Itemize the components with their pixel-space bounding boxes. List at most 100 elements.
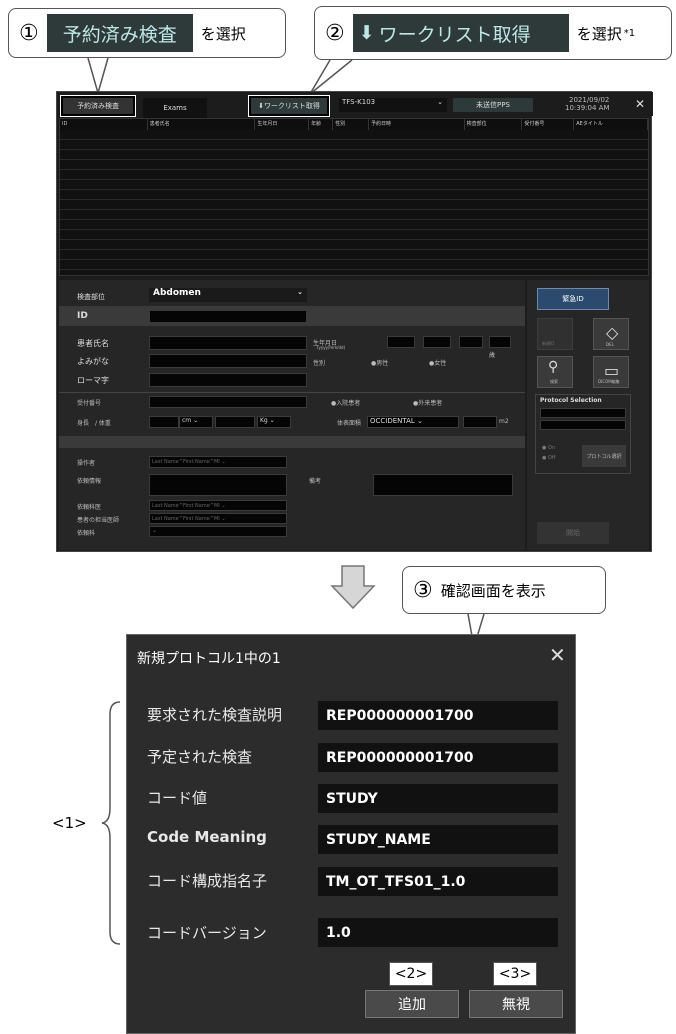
emergency-id-button[interactable]: 緊急ID <box>537 288 609 310</box>
worklist-button[interactable]: ⬇ ワークリスト取得 <box>248 95 330 117</box>
accession-label: 受付番号 <box>77 400 102 407</box>
reserved-exams-illustration: 予約済み検査 <box>46 14 193 52</box>
column-header[interactable]: 生年月日 <box>255 119 310 130</box>
column-header[interactable]: 検査部位 <box>465 119 523 130</box>
close-icon[interactable]: ✕ <box>549 643 566 667</box>
date-text: 2021/09/02 <box>569 96 610 104</box>
column-header[interactable]: 性別 <box>333 119 369 130</box>
weight-input[interactable] <box>215 416 255 428</box>
ref-dept-select[interactable]: Last Name^First Name^MI ⌄ <box>149 500 287 511</box>
body-type-value: OCCIDENTAL <box>370 417 415 425</box>
new-id-button[interactable]: 新規ID <box>537 318 573 350</box>
radio-inpatient[interactable]: ●入院患者 <box>331 398 360 407</box>
code-value-label: コード値 <box>147 789 208 807</box>
right-panel: 緊急ID 新規ID ◇ DEL ⚲ 検索 ▭ DICOM編集 Protocol Sel… <box>527 280 649 550</box>
tab-exams[interactable]: Exams <box>143 98 207 118</box>
body-part-label: 検査部位 <box>77 293 105 301</box>
table-row[interactable] <box>60 160 648 170</box>
height-unit-select[interactable]: cm ⌄ <box>179 416 213 428</box>
station-select[interactable]: TFS-K103 ⌄ <box>339 98 447 112</box>
protocol-title: Protocol Selection <box>540 397 602 404</box>
search-button[interactable]: ⚲ 検索 <box>537 356 573 388</box>
protocol-off[interactable]: ● Off <box>542 455 555 461</box>
worklist-table: ID 患者氏名 生年月日 年齢 性別 予約日時 検査部位 受付番号 AEタイトル <box>59 118 649 276</box>
footnote-mark: *1 <box>623 27 636 39</box>
institution-select[interactable]: ⌄ <box>149 526 287 537</box>
ref-dept-label: 依頼科医 <box>77 504 102 511</box>
column-header[interactable]: 年齢 <box>309 119 334 130</box>
delete-button[interactable]: ◇ DEL <box>593 318 629 350</box>
operator-select[interactable]: Last Name^First Name^MI ⌄ <box>149 456 287 468</box>
furigana-input[interactable] <box>149 354 307 368</box>
sex-label: 性別 <box>313 360 326 367</box>
add-button[interactable]: 追加 <box>365 990 459 1018</box>
bracket-label: <1> <box>52 814 87 832</box>
exam-info-label: 依頼情報 <box>77 478 102 485</box>
physician-select[interactable]: Last Name^First Name^MI ⌄ <box>149 513 287 524</box>
radio-female[interactable]: ●女性 <box>429 358 446 367</box>
dob-day[interactable] <box>459 336 483 348</box>
accession-input[interactable] <box>149 396 307 408</box>
requested-exam-label: 要求された検査説明 <box>147 706 283 724</box>
dicom-label: DICOM編集 <box>598 379 620 384</box>
radio-male[interactable]: ●男性 <box>371 358 388 367</box>
table-row[interactable] <box>60 250 648 260</box>
start-button[interactable]: 開始 <box>537 522 609 544</box>
protocol-select-button[interactable]: プロトコル選択 <box>582 445 626 467</box>
table-row[interactable] <box>60 230 648 240</box>
dob-year[interactable] <box>387 336 415 348</box>
protocol-on[interactable]: ● On <box>542 445 555 451</box>
column-header[interactable]: ID <box>60 119 148 130</box>
romaji-input[interactable] <box>149 373 307 387</box>
table-row[interactable] <box>60 140 648 150</box>
body-part-select[interactable]: Abdomen ⌄ <box>149 288 307 302</box>
exam-info-input[interactable] <box>149 474 287 496</box>
protocol-field <box>540 420 626 430</box>
column-header[interactable]: AEタイトル <box>574 119 648 130</box>
table-row[interactable] <box>60 200 648 210</box>
protocol-field <box>540 408 626 418</box>
furigana-label: よみがな <box>77 357 109 366</box>
scheduled-exam-value: REP000000001700 <box>318 743 558 772</box>
callout-2: ② ⬇ ワークリスト取得 を選択 *1 <box>314 6 672 60</box>
new-protocol-dialog: 新規プロトコル1中の1 ✕ 要求された検査説明 REP000000001700 … <box>126 634 576 1034</box>
column-header[interactable]: 患者氏名 <box>148 119 256 130</box>
operator-placeholder: Last Name^First Name^MI <box>152 459 220 465</box>
weight-unit-select[interactable]: Kg ⌄ <box>257 416 291 428</box>
table-row[interactable] <box>60 190 648 200</box>
dicom-edit-button[interactable]: ▭ DICOM編集 <box>593 356 629 388</box>
id-input[interactable] <box>149 310 307 323</box>
column-header[interactable]: 予約日時 <box>369 119 465 130</box>
label-3: <3> <box>493 962 537 986</box>
tab-reserved-exams[interactable]: 予約済み検査 <box>60 95 136 117</box>
table-row[interactable] <box>60 210 648 220</box>
worklist-button-label: ワークリスト取得 <box>263 102 320 110</box>
table-row[interactable] <box>60 220 648 230</box>
m2-label: m2 <box>499 418 509 425</box>
time-text: 10:39:04 AM <box>565 104 610 112</box>
ultrasound-app-window: 予約済み検査 Exams ⬇ ワークリスト取得 TFS-K103 ⌄ 未送信PPS… <box>56 91 653 552</box>
unsent-pps-button[interactable]: 未送信PPS <box>453 98 533 112</box>
table-row[interactable] <box>60 130 648 140</box>
body-type-select[interactable]: OCCIDENTAL ⌄ <box>367 416 459 428</box>
table-row[interactable] <box>60 150 648 160</box>
physician-placeholder: Last Name^First Name^MI <box>152 516 220 522</box>
patient-name-input[interactable] <box>149 336 307 350</box>
height-weight-label: 身長 / 体重 <box>77 420 111 427</box>
table-row[interactable] <box>60 260 648 270</box>
table-row[interactable] <box>60 170 648 180</box>
ignore-button[interactable]: 無視 <box>469 990 563 1018</box>
dob-month[interactable] <box>423 336 451 348</box>
romaji-label: ローマ字 <box>77 376 109 385</box>
height-input[interactable] <box>149 416 179 428</box>
table-row[interactable] <box>60 180 648 190</box>
step-number: ③ <box>413 577 433 603</box>
table-row[interactable] <box>60 240 648 250</box>
label-2: <2> <box>389 962 433 986</box>
outpatient-label: 外来患者 <box>418 400 443 407</box>
remarks-input[interactable] <box>373 474 513 496</box>
column-header[interactable]: 受付番号 <box>522 119 575 130</box>
close-icon[interactable]: ✕ <box>635 97 645 111</box>
radio-outpatient[interactable]: ●外来患者 <box>413 398 442 407</box>
id-label: ID <box>77 311 88 321</box>
